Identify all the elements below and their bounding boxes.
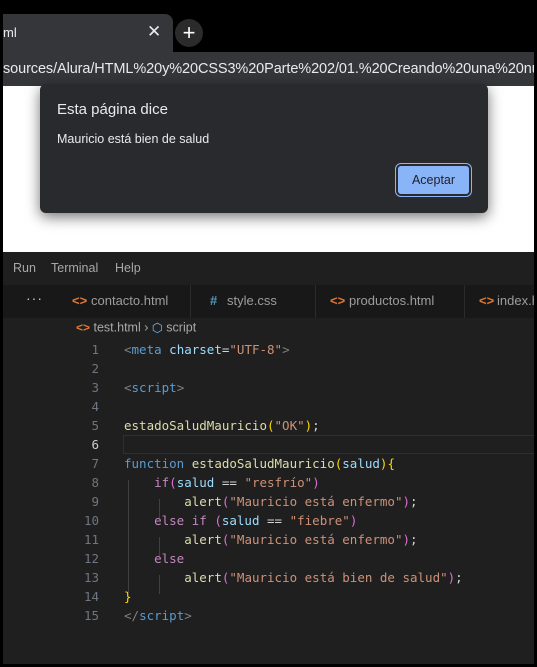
- css-file-icon: #: [210, 293, 218, 308]
- breadcrumb: <> test.html › ⬡ script: [76, 320, 196, 340]
- code-text[interactable]: else if (salud == "fiebre"): [124, 511, 357, 530]
- tab-index-html[interactable]: <> index.h: [465, 285, 534, 318]
- code-line[interactable]: 12 else: [3, 549, 534, 568]
- line-number: 6: [91, 437, 99, 452]
- url-text[interactable]: sources/Alura/HTML%20y%20CSS3%20Parte%20…: [3, 61, 534, 77]
- line-number: 14: [83, 589, 99, 604]
- code-text[interactable]: estadoSaludMauricio("OK");: [124, 416, 320, 435]
- menu-help[interactable]: Help: [115, 261, 141, 275]
- code-line[interactable]: 8 if(salud == "resfrío"): [3, 473, 534, 492]
- current-line-highlight: [123, 435, 534, 454]
- more-actions-icon[interactable]: ···: [26, 290, 43, 306]
- tab-productos-html[interactable]: <> productos.html: [316, 285, 465, 318]
- code-line[interactable]: 13 alert("Mauricio está bien de salud");: [3, 568, 534, 587]
- dialog-title: Esta página dice: [57, 101, 168, 118]
- code-text[interactable]: alert("Mauricio está enfermo");: [124, 492, 417, 511]
- breadcrumb-symbol[interactable]: script: [166, 321, 196, 335]
- browser-tab-title: ml: [3, 25, 17, 40]
- close-icon[interactable]: ✕: [147, 22, 161, 42]
- code-line[interactable]: 10 else if (salud == "fiebre"): [3, 511, 534, 530]
- html-file-icon: <>: [72, 293, 88, 308]
- tab-contacto-html[interactable]: <> contacto.html: [59, 285, 191, 318]
- tab-style-css[interactable]: # style.css: [191, 285, 316, 318]
- code-text[interactable]: <meta charset="UTF-8">: [124, 340, 290, 359]
- line-number: 3: [91, 380, 99, 395]
- plus-icon: +: [182, 20, 196, 45]
- accept-button[interactable]: Aceptar: [398, 166, 469, 194]
- line-number: 7: [91, 456, 99, 471]
- line-number: 5: [91, 418, 99, 433]
- code-line[interactable]: 11 alert("Mauricio está enfermo");: [3, 530, 534, 549]
- code-line[interactable]: 3 <script>: [3, 378, 534, 397]
- code-line[interactable]: 2: [3, 359, 534, 378]
- code-line[interactable]: 15 </script>: [3, 606, 534, 625]
- code-text[interactable]: function estadoSaludMauricio(salud){: [124, 454, 395, 473]
- menu-run[interactable]: Run: [13, 261, 36, 275]
- tab-label: contacto.html: [91, 293, 169, 308]
- code-line[interactable]: 4: [3, 397, 534, 416]
- tab-label: productos.html: [349, 293, 435, 308]
- code-text[interactable]: alert("Mauricio está enfermo");: [124, 530, 417, 549]
- line-number: 10: [83, 513, 99, 528]
- address-bar[interactable]: sources/Alura/HTML%20y%20CSS3%20Parte%20…: [3, 52, 534, 86]
- line-number: 15: [83, 608, 99, 623]
- line-number: 1: [91, 342, 99, 357]
- code-line[interactable]: 9 alert("Mauricio está enfermo");: [3, 492, 534, 511]
- code-line[interactable]: 1 <meta charset="UTF-8">: [3, 340, 534, 359]
- line-number: 8: [91, 475, 99, 490]
- html-file-icon: <>: [479, 293, 495, 308]
- code-line[interactable]: 5 estadoSaludMauricio("OK");: [3, 416, 534, 435]
- chevron-right-icon: ›: [144, 320, 149, 335]
- line-number: 4: [91, 399, 99, 414]
- html-file-icon: <>: [76, 320, 91, 335]
- screenshot-frame: ml ✕ + sources/Alura/HTML%20y%20CSS3%20P…: [3, 0, 534, 664]
- line-number: 9: [91, 494, 99, 509]
- code-line-current[interactable]: 6: [3, 435, 534, 454]
- new-tab-button[interactable]: +: [175, 19, 203, 47]
- breadcrumb-file[interactable]: test.html: [94, 321, 141, 335]
- code-text[interactable]: else: [124, 549, 184, 568]
- menu-terminal[interactable]: Terminal: [51, 261, 98, 275]
- tab-label: index.h: [497, 293, 534, 308]
- tab-label: style.css: [227, 293, 277, 308]
- code-text[interactable]: }: [124, 587, 132, 606]
- code-text[interactable]: if(salud == "resfrío"): [124, 473, 320, 492]
- line-number: 12: [83, 551, 99, 566]
- line-number: 13: [83, 570, 99, 585]
- code-text[interactable]: </script>: [124, 606, 192, 625]
- dialog-message: Mauricio está bien de salud: [57, 132, 210, 146]
- code-line[interactable]: 14 }: [3, 587, 534, 606]
- code-text[interactable]: alert("Mauricio está bien de salud");: [124, 568, 462, 587]
- browser-tab[interactable]: ml ✕: [3, 14, 173, 52]
- symbol-icon: ⬡: [151, 321, 163, 336]
- html-file-icon: <>: [330, 293, 346, 308]
- line-number: 11: [83, 532, 99, 547]
- alert-dialog: Esta página dice Mauricio está bien de s…: [40, 84, 488, 213]
- code-text[interactable]: <script>: [124, 378, 184, 397]
- code-line[interactable]: 7 function estadoSaludMauricio(salud){: [3, 454, 534, 473]
- browser-tabstrip: ml ✕ +: [3, 0, 534, 52]
- editor-tabs-bar: ··· <> contacto.html # style.css <> prod…: [3, 285, 534, 318]
- line-number: 2: [91, 361, 99, 376]
- code-editor[interactable]: <> test.html › ⬡ script 1 <meta charset=…: [3, 318, 534, 664]
- vscode-menubar: Run Terminal Help: [3, 252, 534, 285]
